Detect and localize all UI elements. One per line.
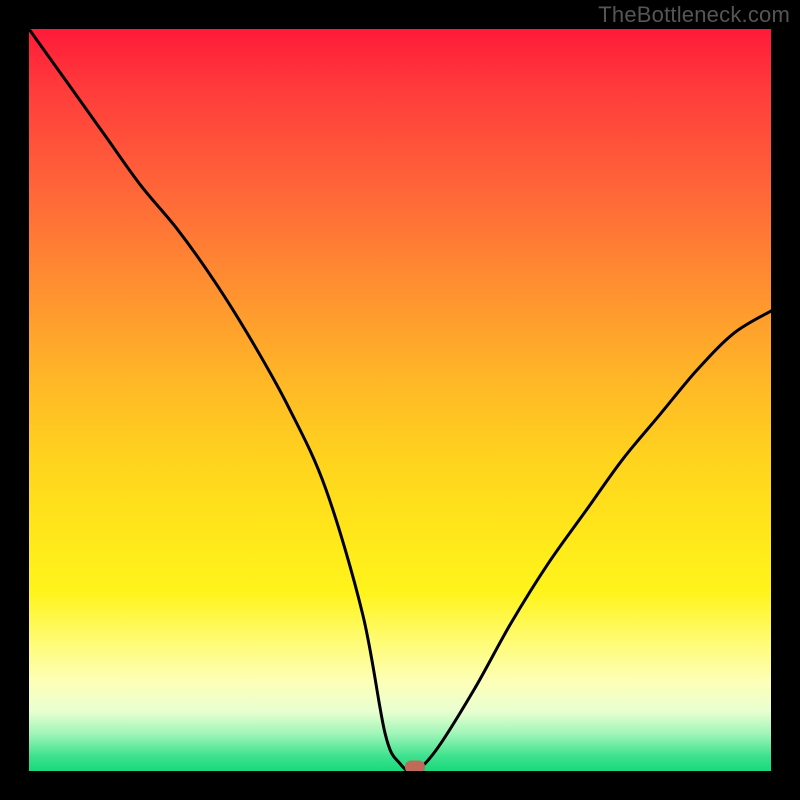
optimal-marker [405,761,425,772]
watermark-text: TheBottleneck.com [598,2,790,28]
plot-area [29,29,771,771]
curve-layer [29,29,771,771]
chart-frame: TheBottleneck.com [0,0,800,800]
bottleneck-curve [29,29,771,771]
